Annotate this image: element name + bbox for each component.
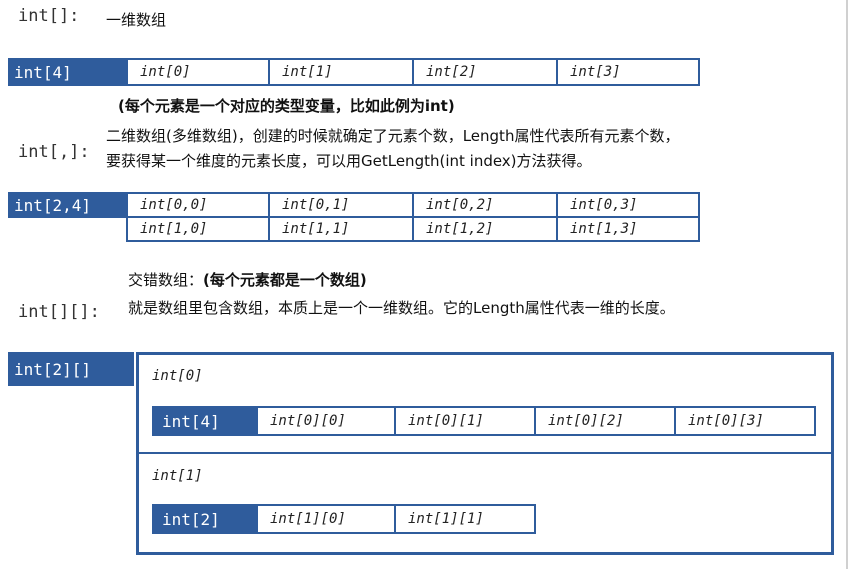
array-cell: int[2] xyxy=(414,58,558,86)
jagged-element-1-row: int[2] int[1][0] int[1][1] xyxy=(152,504,536,534)
multi-dim-description-line2: 要获得某一个维度的元素长度，可以用GetLength(int index)方法获… xyxy=(106,152,592,170)
single-dim-array-header: int[4] xyxy=(8,58,126,86)
array-cell: int[0][1] xyxy=(396,406,536,436)
jagged-element-1-cells: int[1][0] int[1][1] xyxy=(256,504,536,534)
single-dim-note: (每个元素是一个对应的类型变量，比如此例为int) xyxy=(118,97,455,115)
multi-dim-row-1: int[1,0] int[1,1] int[1,2] int[1,3] xyxy=(126,218,700,242)
array-cell: int[1,3] xyxy=(558,218,700,242)
jagged-description-line2: 就是数组里包含数组，本质上是一个一维数组。它的Length属性代表一维的长度。 xyxy=(128,299,675,317)
jagged-element-1-label: int[1] xyxy=(152,468,203,484)
single-dim-cells: int[0] int[1] int[2] int[3] xyxy=(126,58,700,86)
array-cell: int[1,0] xyxy=(126,218,270,242)
multi-dim-description-line1: 二维数组(多维数组)，创建的时候就确定了元素个数，Length属性代表所有元素个… xyxy=(106,127,680,145)
array-cell: int[1,1] xyxy=(270,218,414,242)
jagged-element-0-header: int[4] xyxy=(152,406,256,436)
jagged-element-0-label: int[0] xyxy=(152,368,203,384)
single-dim-description: 一维数组 xyxy=(106,11,167,29)
array-cell: int[0][2] xyxy=(536,406,676,436)
array-cell: int[1] xyxy=(270,58,414,86)
jagged-title-plain: 交错数组： xyxy=(128,271,204,289)
jagged-element-0-row: int[4] int[0][0] int[0][1] int[0][2] int… xyxy=(152,406,816,436)
array-cell: int[0,2] xyxy=(414,192,558,218)
array-cell: int[3] xyxy=(558,58,700,86)
array-cell: int[0] xyxy=(126,58,270,86)
single-dim-array-row: int[4] int[0] int[1] int[2] int[3] xyxy=(8,58,700,86)
jagged-array-header: int[2][] xyxy=(8,352,134,386)
multi-dim-array-block: int[2,4] int[0,0] int[0,1] int[0,2] int[… xyxy=(8,192,700,244)
array-cell: int[1][0] xyxy=(256,504,396,534)
array-cell: int[0][0] xyxy=(256,406,396,436)
multi-dim-array-header: int[2,4] xyxy=(8,192,126,218)
jagged-element-1-header: int[2] xyxy=(152,504,256,534)
array-cell: int[0,0] xyxy=(126,192,270,218)
array-cell: int[1][1] xyxy=(396,504,536,534)
array-cell: int[0,1] xyxy=(270,192,414,218)
jagged-type-label: int[][]: xyxy=(18,302,100,322)
jagged-panel-divider xyxy=(138,452,832,454)
array-cell: int[0,3] xyxy=(558,192,700,218)
multi-dim-row-0: int[0,0] int[0,1] int[0,2] int[0,3] xyxy=(126,192,700,218)
array-cell: int[0][3] xyxy=(676,406,816,436)
multi-dim-grid: int[0,0] int[0,1] int[0,2] int[0,3] int[… xyxy=(126,192,700,244)
jagged-title-bold: (每个元素都是一个数组) xyxy=(203,271,367,289)
multi-dim-type-label: int[,]: xyxy=(18,142,90,162)
single-dim-type-label: int[]: xyxy=(18,6,80,26)
array-cell: int[1,2] xyxy=(414,218,558,242)
jagged-description-title: 交错数组：(每个元素都是一个数组) xyxy=(128,268,367,292)
jagged-element-0-cells: int[0][0] int[0][1] int[0][2] int[0][3] xyxy=(256,406,816,436)
